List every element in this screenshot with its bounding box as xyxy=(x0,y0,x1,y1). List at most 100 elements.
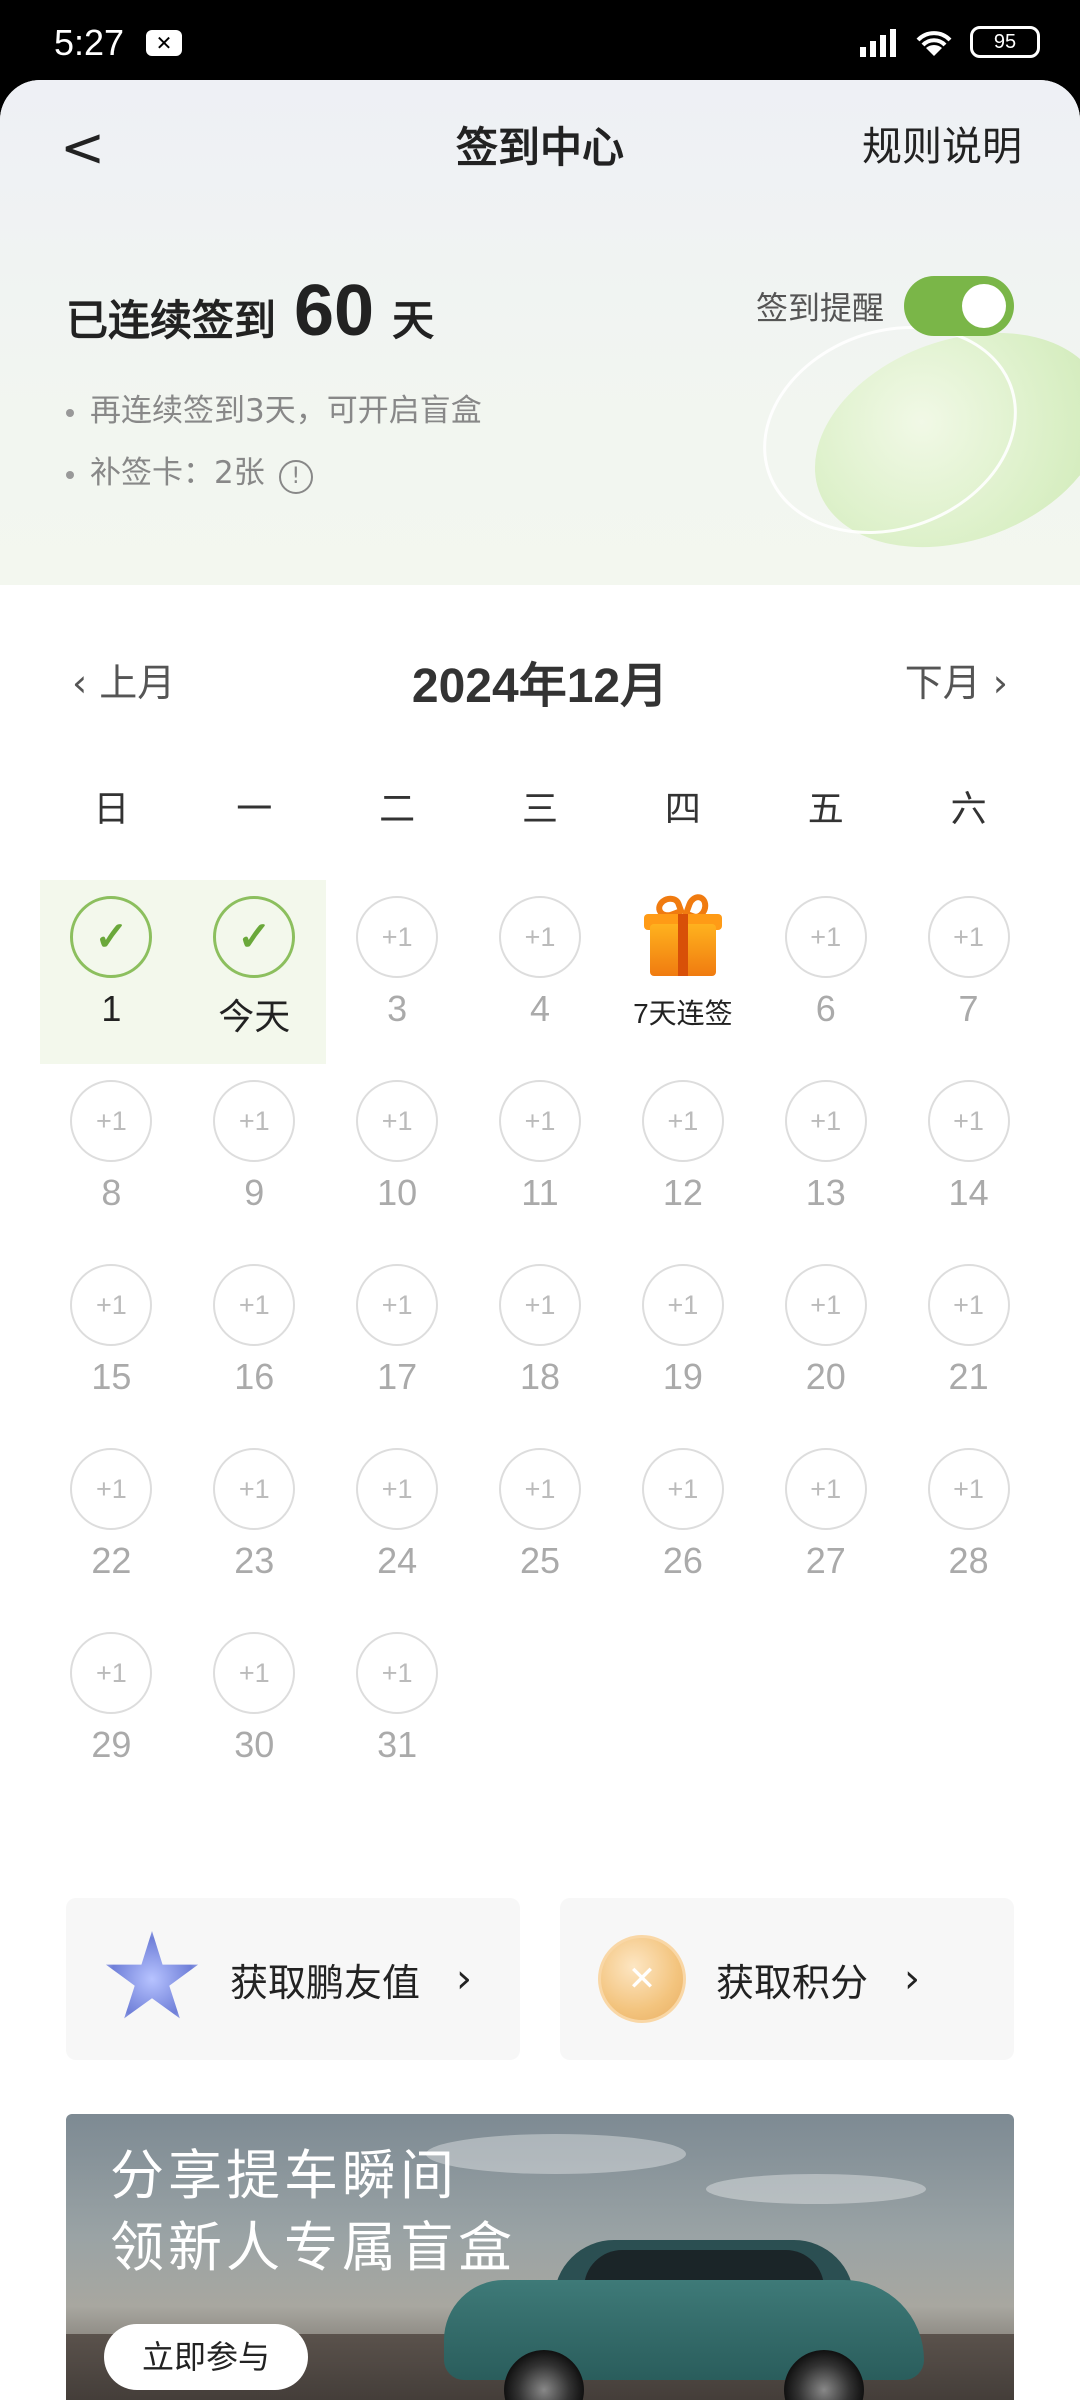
next-month-button[interactable]: 下月 › xyxy=(905,652,1008,707)
car-image xyxy=(424,2220,944,2400)
day-label: 24 xyxy=(377,1540,418,1581)
points-label: 获取积分 xyxy=(716,1960,869,2005)
day-label: 31 xyxy=(377,1724,418,1765)
calendar-day[interactable]: +1 14 xyxy=(897,1064,1040,1248)
calendar-day[interactable]: +1 24 xyxy=(326,1432,469,1616)
reminder-toggle[interactable] xyxy=(904,276,1014,336)
day-label: 10 xyxy=(377,1172,418,1213)
reminder-setting: 签到提醒 xyxy=(756,276,1014,336)
streak-summary: 已连续签到 60 天 xyxy=(66,270,434,352)
calendar-day[interactable]: +1 12 xyxy=(611,1064,754,1248)
calendar-day[interactable]: +1 7 xyxy=(897,880,1040,1064)
calendar-day[interactable]: +1 27 xyxy=(754,1432,897,1616)
calendar-day[interactable]: +1 13 xyxy=(754,1064,897,1248)
calendar-day[interactable]: 7天连签 xyxy=(611,880,754,1064)
day-label: 7天连签 xyxy=(633,998,733,1029)
calendar-day[interactable]: +1 21 xyxy=(897,1248,1040,1432)
calendar-day[interactable]: ✓ 今天 xyxy=(182,880,326,1064)
day-label: 1 xyxy=(101,988,122,1029)
rules-link[interactable]: 规则说明 xyxy=(862,114,1022,172)
promo-banner[interactable]: 分享提车瞬间 领新人专属盲盒 立即参与 xyxy=(66,2114,1014,2400)
calendar-day[interactable]: +1 10 xyxy=(326,1064,469,1248)
plus-one-badge: +1 xyxy=(213,1448,296,1530)
calendar-day[interactable]: +1 19 xyxy=(611,1248,754,1432)
weekday-label: 一 xyxy=(236,789,273,830)
day-label: 25 xyxy=(519,1540,561,1581)
day-label: 15 xyxy=(91,1356,132,1397)
hero-section: < 签到中心 规则说明 已连续签到 60 天 签到提醒 再连续签到3天，可开启盲… xyxy=(0,80,1080,586)
quick-actions: 获取鹏友值 › ✕ 获取积分 › xyxy=(66,1898,1014,2060)
plus-one-badge: +1 xyxy=(356,896,439,978)
reminder-label: 签到提醒 xyxy=(755,289,884,327)
calendar-day[interactable]: +1 11 xyxy=(469,1064,612,1248)
streak-days: 60 xyxy=(294,271,375,351)
plus-one-badge: +1 xyxy=(641,1264,724,1346)
calendar-day[interactable]: +1 22 xyxy=(40,1432,183,1616)
top-nav: < 签到中心 规则说明 xyxy=(0,80,1080,200)
calendar-day[interactable]: +1 17 xyxy=(326,1248,469,1432)
checkin-page: < 签到中心 规则说明 已连续签到 60 天 签到提醒 再连续签到3天，可开启盲… xyxy=(0,80,1080,2400)
plus-one-badge: +1 xyxy=(927,1080,1010,1162)
calendar-day[interactable]: +1 20 xyxy=(754,1248,897,1432)
calendar-day[interactable]: +1 30 xyxy=(183,1616,326,1800)
status-time: 5:27 xyxy=(54,22,125,63)
day-label: 17 xyxy=(377,1356,418,1397)
calendar-grid: ✓ 1 ✓ 今天 +1 3 +1 4 7天连签 +1 6 +1 7 +1 8 +1 9 +1 10 +1 11 +1 12 +… xyxy=(40,880,1040,1800)
calendar-day[interactable]: +1 6 xyxy=(754,880,897,1064)
plus-one-badge: +1 xyxy=(927,1264,1010,1346)
plus-one-badge: +1 xyxy=(641,1080,724,1162)
plus-one-badge: +1 xyxy=(356,1080,439,1162)
calendar-day[interactable]: +1 4 xyxy=(469,880,612,1064)
day-label: 30 xyxy=(234,1724,275,1765)
tips-list: 再连续签到3天，可开启盲盒 补签卡：2张! xyxy=(66,380,482,504)
day-label: 23 xyxy=(234,1540,275,1581)
status-bar: 5:27 ✕ 95 xyxy=(0,0,1080,80)
streak-suffix: 天 xyxy=(392,296,435,345)
calendar-day[interactable]: ✓ 1 xyxy=(40,880,183,1064)
day-label: 3 xyxy=(387,988,408,1029)
plus-one-badge: +1 xyxy=(70,1264,153,1346)
join-now-button[interactable]: 立即参与 xyxy=(104,2324,308,2390)
month-navigation: ‹ 上月 2024年12月 下月 › xyxy=(0,640,1080,720)
day-label: 12 xyxy=(662,1172,703,1213)
day-label: 8 xyxy=(101,1172,122,1213)
day-label: 16 xyxy=(234,1356,275,1397)
calendar-day[interactable]: +1 29 xyxy=(40,1616,183,1800)
day-label: 21 xyxy=(948,1356,989,1397)
calendar-day[interactable]: +1 8 xyxy=(40,1064,183,1248)
calendar-day[interactable]: +1 23 xyxy=(183,1432,326,1616)
battery-icon: 95 xyxy=(970,26,1040,58)
tip-item: 补签卡：2张! xyxy=(66,442,482,504)
weekday-label: 二 xyxy=(379,789,416,830)
calendar-day[interactable]: +1 3 xyxy=(326,880,469,1064)
day-label: 20 xyxy=(805,1356,846,1397)
day-label: 27 xyxy=(805,1540,846,1581)
weekday-label: 日 xyxy=(93,789,130,830)
plus-one-badge: +1 xyxy=(784,1080,867,1162)
info-icon[interactable]: ! xyxy=(278,460,313,494)
calendar-day[interactable]: +1 15 xyxy=(40,1248,183,1432)
calendar-day[interactable]: +1 28 xyxy=(897,1432,1040,1616)
calendar-day[interactable]: +1 9 xyxy=(183,1064,326,1248)
day-label: 4 xyxy=(529,988,550,1029)
get-points-button[interactable]: ✕ 获取积分 › xyxy=(560,1898,1014,2060)
day-label: 18 xyxy=(519,1356,561,1397)
weekday-header: 日一二三四五六 xyxy=(40,780,1040,832)
calendar-day[interactable]: +1 18 xyxy=(469,1248,612,1432)
plus-one-badge: +1 xyxy=(927,1448,1010,1530)
plus-one-badge: +1 xyxy=(70,1448,153,1530)
calendar-day[interactable]: +1 16 xyxy=(183,1248,326,1432)
calendar-day[interactable]: +1 31 xyxy=(326,1616,469,1800)
bullet-dot xyxy=(66,408,74,417)
chevron-right-icon: › xyxy=(980,661,1008,705)
plus-one-badge: +1 xyxy=(927,896,1010,978)
plus-one-badge: +1 xyxy=(498,1264,581,1346)
calendar-day[interactable]: +1 25 xyxy=(469,1432,612,1616)
weekday-label: 五 xyxy=(807,789,844,830)
calendar-day[interactable]: +1 26 xyxy=(611,1432,754,1616)
plus-one-badge: +1 xyxy=(641,1448,724,1530)
get-friend-value-button[interactable]: 获取鹏友值 › xyxy=(66,1898,520,2060)
bullet-dot xyxy=(66,470,74,479)
day-label: 7 xyxy=(958,988,979,1029)
day-label: 今天 xyxy=(218,996,291,1037)
